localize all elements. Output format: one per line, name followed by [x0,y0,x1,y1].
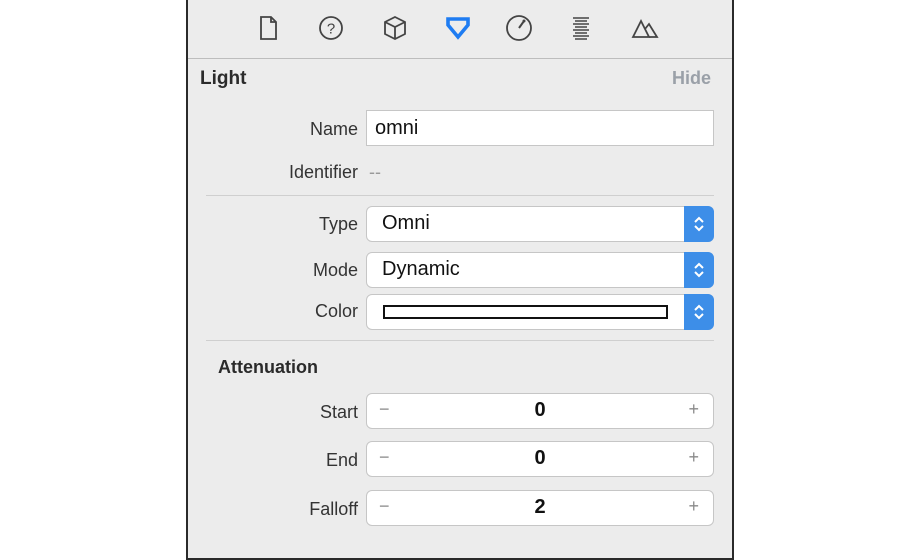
type-value: Omni [382,212,430,234]
inspector-toolbar: ? [188,0,732,59]
hide-button[interactable]: Hide [672,68,711,89]
end-value[interactable]: 0 [367,447,713,470]
file-icon[interactable] [252,12,284,44]
type-chevron-icon[interactable] [684,206,714,242]
start-value[interactable]: 0 [367,399,713,422]
help-icon[interactable]: ? [315,12,347,44]
color-popup[interactable] [366,294,714,330]
properties-icon[interactable] [565,12,597,44]
divider [206,195,714,196]
type-popup[interactable]: Omni [366,206,714,242]
scene-icon[interactable] [629,12,661,44]
mode-value: Dynamic [382,258,460,280]
end-label: End [325,450,358,470]
end-increment-button[interactable]: + [688,447,699,468]
svg-text:?: ? [327,21,335,38]
mode-label: Mode [312,260,358,280]
type-label: Type [318,214,358,234]
mode-popup[interactable]: Dynamic [366,252,714,288]
color-swatch[interactable] [383,305,668,319]
attenuation-section-title: Attenuation [218,357,318,377]
mode-chevron-icon[interactable] [684,252,714,288]
falloff-label: Falloff [309,499,358,519]
identifier-label: Identifier [288,162,358,182]
start-label: Start [319,402,358,422]
inspector-panel: ? Light Hide Name omni Identifier -- Typ… [186,0,734,560]
falloff-value[interactable]: 2 [367,496,713,519]
cube-icon[interactable] [379,12,411,44]
start-stepper[interactable]: − 0 + [366,393,714,429]
color-chevron-icon[interactable] [684,294,714,330]
divider [206,340,714,341]
falloff-increment-button[interactable]: + [688,496,699,517]
identifier-value: -- [369,162,381,182]
physics-icon[interactable] [503,12,535,44]
falloff-stepper[interactable]: − 2 + [366,490,714,526]
name-field[interactable]: omni [366,110,714,146]
end-stepper[interactable]: − 0 + [366,441,714,477]
attributes-icon[interactable] [442,12,474,44]
name-label: Name [309,119,358,139]
color-label: Color [314,301,358,321]
light-section-title: Light [200,68,247,89]
start-increment-button[interactable]: + [688,399,699,420]
